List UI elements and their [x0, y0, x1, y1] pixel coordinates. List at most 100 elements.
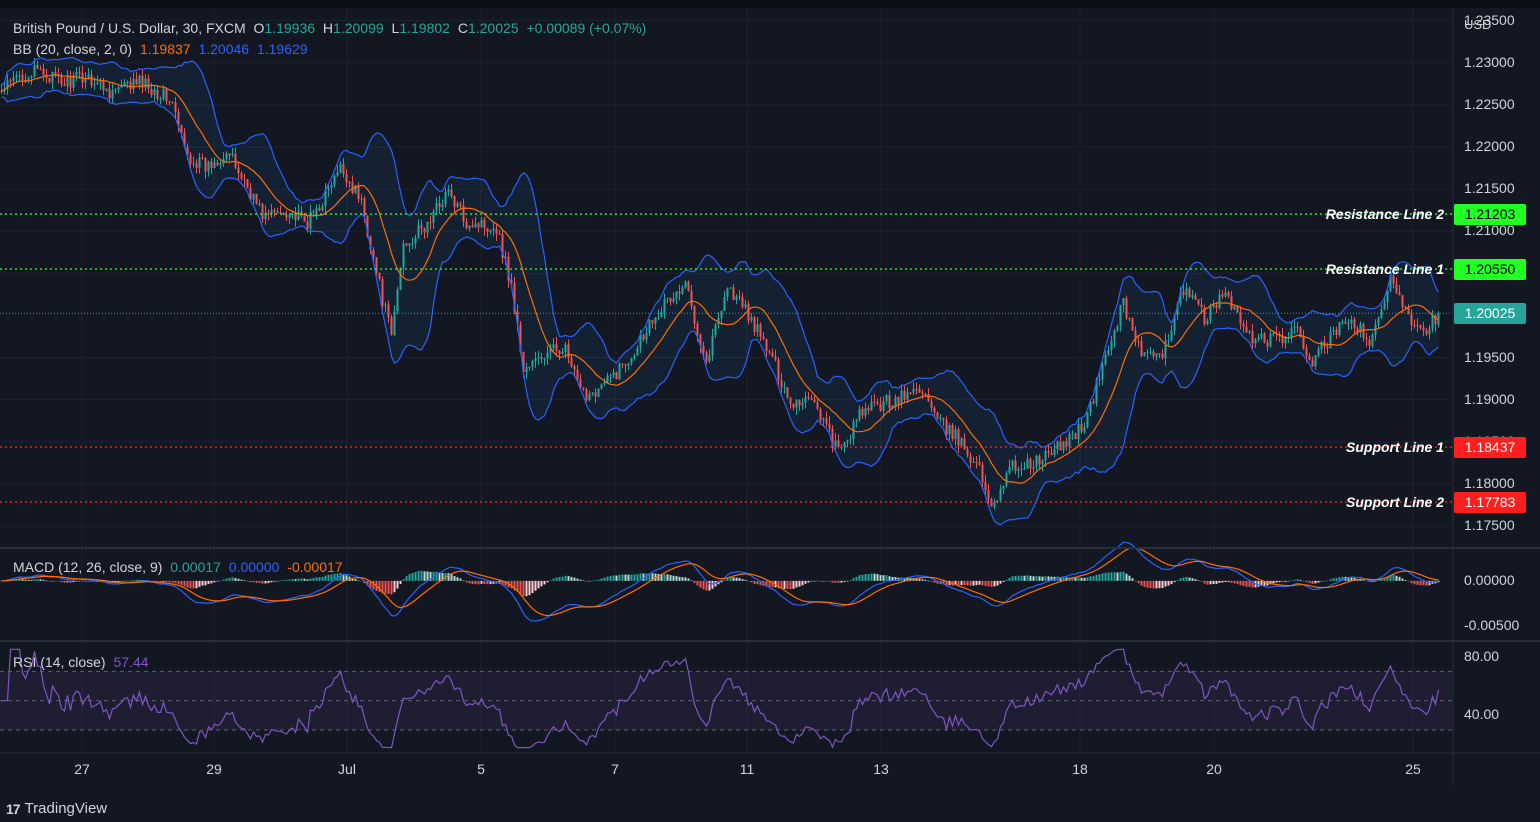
macd-histogram-bar [129, 580, 132, 582]
macd-histogram-bar [1023, 575, 1026, 581]
bb-upper-line [1, 57, 1440, 449]
candle-body [768, 351, 771, 353]
candle-body [894, 397, 897, 406]
candle-body [54, 72, 57, 75]
macd-histogram-bar [972, 580, 975, 586]
candle-body [1251, 331, 1254, 344]
candle-body [657, 317, 660, 319]
candle-body [975, 462, 978, 464]
candle-body [621, 363, 624, 365]
macd-histogram-bar [699, 580, 702, 588]
macd-histogram-bar [561, 576, 564, 581]
macd-histogram-bar [630, 574, 633, 581]
macd-histogram-bar [282, 580, 285, 581]
candle-body [636, 347, 639, 356]
candle-body [1059, 441, 1062, 451]
macd-histogram-bar [816, 580, 819, 582]
candle-body [804, 396, 807, 403]
candle-body [429, 222, 432, 224]
macd-histogram-bar [1038, 576, 1041, 581]
macd-histogram-bar [1077, 577, 1080, 581]
macd-histogram-bar [1086, 577, 1089, 581]
macd-histogram-bar [633, 574, 636, 581]
candle-body [1227, 292, 1230, 297]
candle-body [735, 296, 738, 300]
macd-histogram-bar [87, 580, 90, 582]
macd-histogram-bar [1047, 576, 1050, 581]
macd-tick-label: -0.00500 [1464, 617, 1520, 634]
time-tick-label: 7 [611, 761, 619, 777]
candle-body [1308, 355, 1311, 361]
macd-histogram-bar [1416, 580, 1419, 585]
macd-histogram-bar [21, 579, 24, 581]
candle-body [825, 418, 828, 424]
symbol-legend[interactable]: British Pound / U.S. Dollar, 30, FXCM O1… [13, 20, 650, 36]
macd-legend[interactable]: MACD (12, 26, close, 9) 0.00017 0.00000 … [13, 559, 347, 575]
macd-histogram-bar [804, 580, 807, 584]
tradingview-logo-icon: 17 [6, 800, 21, 817]
candle-body [750, 317, 753, 321]
candle-body [888, 395, 891, 409]
candle-body [1182, 291, 1185, 296]
rsi-legend[interactable]: RSI (14, close) 57.44 [13, 654, 153, 670]
macd-histogram-bar [1329, 579, 1332, 581]
candle-body [708, 355, 711, 362]
macd-histogram-bar [1092, 576, 1095, 581]
candle-body [1401, 294, 1404, 308]
candle-body [879, 403, 882, 411]
open-value: 1.19936 [264, 20, 316, 36]
candle-body [147, 78, 150, 89]
candle-body [876, 401, 879, 404]
macd-histogram-bar [882, 575, 885, 581]
price-tick-label: 1.17500 [1464, 516, 1515, 533]
candle-body [849, 439, 852, 441]
macd-histogram-bar [771, 580, 774, 588]
tradingview-brand[interactable]: 17 TradingView [6, 800, 107, 817]
macd-histogram-bar [1089, 576, 1092, 581]
macd-histogram-bar [327, 574, 330, 581]
macd-histogram-bar [1173, 580, 1176, 583]
candle-body [333, 175, 336, 186]
candle-body [486, 228, 489, 232]
candle-body [786, 387, 789, 398]
candle-body [297, 211, 300, 220]
candle-body [117, 87, 120, 90]
macd-histogram-bar [1323, 580, 1326, 582]
macd-histogram-bar [537, 580, 540, 589]
macd-histogram-bar [588, 580, 591, 582]
candle-body [732, 287, 735, 300]
macd-histogram-bar [1311, 580, 1314, 584]
macd-histogram-bar [183, 580, 186, 587]
candle-body [957, 429, 960, 446]
price-tick-label: 1.22500 [1464, 95, 1515, 112]
bb-legend[interactable]: BB (20, close, 2, 0) 1.19837 1.20046 1.1… [13, 41, 312, 57]
candle-body [1296, 326, 1299, 328]
macd-histogram-bar [1116, 572, 1119, 581]
candle-body [1293, 326, 1296, 328]
macd-histogram-bar [1362, 580, 1365, 581]
candle-body [819, 408, 822, 421]
candle-body [702, 346, 705, 353]
macd-histogram-bar [399, 580, 402, 585]
macd-histogram-bar [474, 580, 477, 585]
macd-histogram-bar [315, 577, 318, 581]
footer-bar [0, 796, 1540, 822]
candle-body [195, 163, 198, 169]
candle-body [21, 75, 24, 81]
candle-body [687, 281, 690, 291]
rsi-tick-label: 80.00 [1464, 647, 1500, 664]
macd-histogram-bar [393, 580, 396, 593]
macd-histogram-bar [789, 580, 792, 590]
candle-body [912, 388, 915, 393]
resistance-line-2-label: Resistance Line 2 [1325, 206, 1444, 223]
resistance-line-2-badge: 1.21203 [1454, 203, 1526, 225]
chart-canvas[interactable] [0, 0, 1540, 822]
macd-histogram-bar [402, 579, 405, 581]
candle-body [1005, 472, 1008, 486]
resistance-line-1-badge: 1.20550 [1454, 258, 1526, 280]
macd-histogram-bar [969, 580, 972, 586]
candle-body [1320, 341, 1323, 350]
candle-body [1137, 341, 1140, 343]
candle-body [1140, 341, 1143, 356]
macd-histogram-bar [294, 579, 297, 581]
